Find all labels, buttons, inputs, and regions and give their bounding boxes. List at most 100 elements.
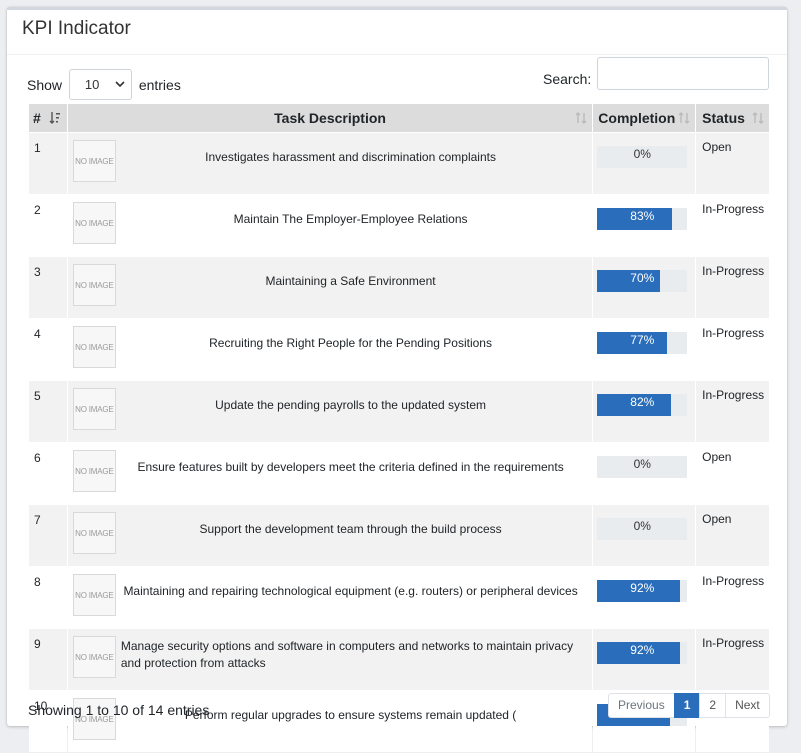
task-description: Maintaining a Safe Environment xyxy=(265,274,436,288)
column-header-num-label: # xyxy=(33,110,41,126)
no-image-thumbnail: NO IMAGE xyxy=(72,574,116,616)
no-image-thumbnail: NO IMAGE xyxy=(72,140,116,182)
row-number: 7 xyxy=(29,505,67,566)
column-header-completion[interactable]: Completion xyxy=(593,104,696,132)
column-header-num[interactable]: # xyxy=(29,104,67,132)
table-row: 3 NO IMAGE Maintaining a Safe Environmen… xyxy=(29,257,769,318)
row-number: 2 xyxy=(29,195,67,256)
task-description: Recruiting the Right People for the Pend… xyxy=(209,336,492,350)
status-text: Open xyxy=(696,133,769,194)
status-text: In-Progress xyxy=(696,257,769,318)
table-row: 5 NO IMAGE Update the pending payrolls t… xyxy=(29,381,769,442)
completion-cell: 0% xyxy=(593,443,696,504)
table-row: 4 NO IMAGE Recruiting the Right People f… xyxy=(29,319,769,380)
task-description-cell: NO IMAGE Support the development team th… xyxy=(67,505,593,566)
task-description: Maintain The Employer-Employee Relations xyxy=(233,212,468,226)
task-description-cell: NO IMAGE Maintaining a Safe Environment xyxy=(67,257,593,318)
task-description-cell: NO IMAGE Update the pending payrolls to … xyxy=(67,381,593,442)
completion-progress: 0% xyxy=(597,456,688,478)
next-page-button[interactable]: Next xyxy=(725,693,770,718)
show-label: Show xyxy=(27,76,63,93)
completion-cell: 92% xyxy=(593,629,696,690)
table-row: 7 NO IMAGE Support the development team … xyxy=(29,505,769,566)
status-text: In-Progress xyxy=(696,195,769,256)
completion-progress: 82% xyxy=(597,394,688,416)
completion-progress: 0% xyxy=(597,518,688,540)
table-row: 9 NO IMAGE Manage security options and s… xyxy=(29,629,769,690)
row-number: 10 xyxy=(29,691,67,752)
row-number: 3 xyxy=(29,257,67,318)
no-image-thumbnail: NO IMAGE xyxy=(72,636,116,678)
page-2-button[interactable]: 2 xyxy=(699,693,727,718)
table-row: 1 NO IMAGE Investigates harassment and d… xyxy=(29,133,769,194)
column-header-status[interactable]: Status xyxy=(696,104,769,132)
completion-label: 0% xyxy=(633,457,651,471)
completion-progress: 70% xyxy=(597,270,688,292)
completion-label: 0% xyxy=(633,147,651,161)
table-row: 2 NO IMAGE Maintain The Employer-Employe… xyxy=(29,195,769,256)
task-description-cell: NO IMAGE Maintain The Employer-Employee … xyxy=(67,195,593,256)
sort-numeric-asc-icon xyxy=(49,112,60,124)
sort-icon xyxy=(678,112,690,124)
completion-cell: 0% xyxy=(593,133,696,194)
table-controls: Show 10 entries Search: xyxy=(7,55,787,100)
column-header-description[interactable]: Task Description xyxy=(67,104,593,132)
completion-label: 0% xyxy=(633,519,651,533)
row-number: 9 xyxy=(29,629,67,690)
completion-cell: 70% xyxy=(593,257,696,318)
page-1-button[interactable]: 1 xyxy=(673,693,701,718)
status-text: In-Progress xyxy=(696,567,769,628)
column-header-description-label: Task Description xyxy=(274,110,386,126)
completion-cell: 83% xyxy=(593,195,696,256)
no-image-thumbnail: NO IMAGE xyxy=(72,202,116,244)
length-control: Show 10 entries xyxy=(27,69,181,100)
task-description: Ensure features built by developers meet… xyxy=(137,460,564,474)
row-number: 4 xyxy=(29,319,67,380)
completion-cell: 0% xyxy=(593,505,696,566)
completion-progress: 92% xyxy=(597,642,688,664)
task-description-cell: NO IMAGE Perform regular upgrades to ens… xyxy=(67,691,593,752)
entries-select-value: 10 xyxy=(84,77,100,92)
task-description-cell: NO IMAGE Maintaining and repairing techn… xyxy=(67,567,593,628)
row-number: 6 xyxy=(29,443,67,504)
pagination: Previous 1 2 Next xyxy=(608,693,770,718)
search-input[interactable] xyxy=(597,57,769,90)
completion-progress: 77% xyxy=(597,332,688,354)
column-header-status-label: Status xyxy=(702,110,745,126)
card-header: KPI Indicator xyxy=(7,10,787,55)
task-description: Perform regular upgrades to ensure syste… xyxy=(184,708,517,722)
kpi-table: # Task Description Completion Status 1 N… xyxy=(28,103,770,753)
table-row: 6 NO IMAGE Ensure features built by deve… xyxy=(29,443,769,504)
table-header-row: # Task Description Completion Status xyxy=(29,104,769,132)
completion-label: 92% xyxy=(630,643,655,657)
completion-cell: 92% xyxy=(593,567,696,628)
status-text: Open xyxy=(696,505,769,566)
completion-label: 77% xyxy=(630,333,655,347)
task-description-cell: NO IMAGE Manage security options and sof… xyxy=(67,629,593,690)
no-image-thumbnail: NO IMAGE xyxy=(72,450,116,492)
entries-label: entries xyxy=(138,76,181,93)
task-description: Investigates harassment and discriminati… xyxy=(205,150,496,164)
page-title: KPI Indicator xyxy=(22,18,131,39)
kpi-card: KPI Indicator Show 10 entries Search: # xyxy=(7,7,787,752)
entries-select[interactable]: 10 xyxy=(68,69,132,100)
completion-label: 70% xyxy=(630,271,655,285)
row-number: 5 xyxy=(29,381,67,442)
previous-page-button[interactable]: Previous xyxy=(608,693,675,718)
no-image-thumbnail: NO IMAGE xyxy=(72,512,116,554)
completion-label: 83% xyxy=(630,209,655,223)
no-image-thumbnail: NO IMAGE xyxy=(72,326,116,368)
row-number: 1 xyxy=(29,133,67,194)
completion-progress: 83% xyxy=(597,208,688,230)
task-description: Manage security options and software in … xyxy=(120,639,574,670)
row-number: 8 xyxy=(29,567,67,628)
no-image-thumbnail: NO IMAGE xyxy=(72,264,116,306)
chevron-down-icon xyxy=(115,81,125,88)
table-row: 8 NO IMAGE Maintaining and repairing tec… xyxy=(29,567,769,628)
no-image-thumbnail: NO IMAGE xyxy=(72,388,116,430)
sort-icon xyxy=(752,112,764,124)
status-text: In-Progress xyxy=(696,381,769,442)
completion-progress: 92% xyxy=(597,580,688,602)
completion-cell: 82% xyxy=(593,381,696,442)
search-label: Search: xyxy=(543,71,592,87)
